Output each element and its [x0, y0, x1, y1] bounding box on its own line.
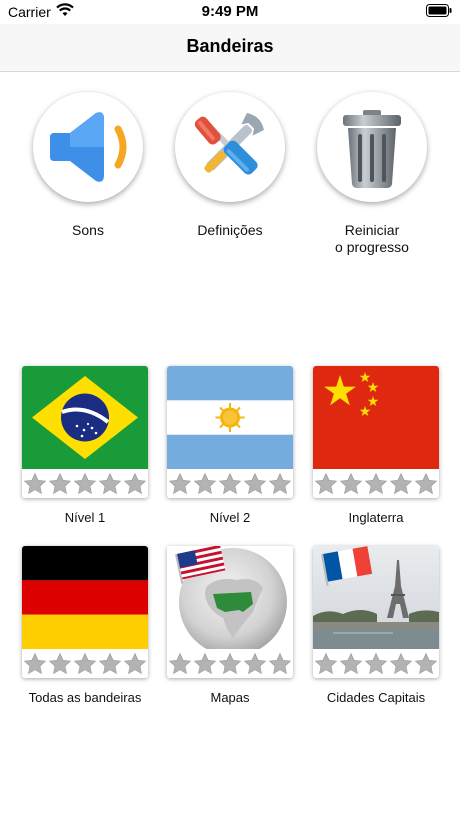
level-1-label: Nível 1 — [64, 510, 106, 525]
star-icon — [268, 652, 292, 674]
status-bar: Carrier 9:49 PM — [0, 0, 460, 24]
star-icon — [364, 472, 388, 494]
level-1-star-rating — [22, 469, 148, 498]
tools-icon — [194, 113, 264, 175]
star-icon — [48, 652, 72, 674]
maps-card[interactable]: Mapas — [167, 546, 293, 705]
speaker-icon — [50, 112, 127, 182]
level-2-card[interactable]: Nível 2 — [167, 366, 293, 525]
sounds-label: Sons — [72, 222, 104, 238]
level-2-label: Nível 2 — [209, 510, 251, 525]
star-icon — [389, 472, 413, 494]
star-icon — [218, 472, 242, 494]
brazil-flag — [22, 366, 148, 469]
star-icon — [243, 652, 267, 674]
page-title: Bandeiras — [186, 36, 274, 56]
star-icon — [414, 652, 438, 674]
star-icon — [193, 652, 217, 674]
star-icon — [48, 472, 72, 494]
capital-cities-tile[interactable] — [313, 546, 439, 678]
star-icon — [364, 652, 388, 674]
star-icon — [389, 652, 413, 674]
star-icon — [218, 652, 242, 674]
england-label: Inglaterra — [348, 510, 404, 525]
star-icon — [339, 652, 363, 674]
star-icon — [339, 472, 363, 494]
star-icon — [98, 652, 122, 674]
settings-label: Definições — [197, 222, 263, 238]
navigation-bar: Bandeiras — [0, 24, 460, 72]
england-tile[interactable] — [313, 366, 439, 498]
reset-label-line1: Reiniciar — [344, 222, 400, 238]
settings-circle[interactable] — [175, 92, 285, 202]
star-icon — [168, 472, 192, 494]
china-flag — [313, 366, 439, 469]
star-icon — [414, 472, 438, 494]
trash-icon — [343, 110, 401, 188]
all-flags-label: Todas as bandeiras — [28, 690, 142, 705]
england-star-rating — [313, 469, 439, 498]
maps-label: Mapas — [210, 690, 250, 705]
sounds-circle[interactable] — [33, 92, 143, 202]
star-icon — [168, 652, 192, 674]
battery-icon — [426, 4, 452, 17]
paris-eiffel-tower — [313, 546, 439, 649]
all-flags-star-rating — [22, 649, 148, 678]
level-1-tile[interactable] — [22, 366, 148, 498]
reset-progress-button[interactable]: Reiniciar o progresso — [307, 92, 437, 256]
star-icon — [314, 652, 338, 674]
star-icon — [268, 472, 292, 494]
star-icon — [23, 472, 47, 494]
england-card[interactable]: Inglaterra — [313, 366, 439, 525]
capital-cities-star-rating — [313, 649, 439, 678]
maps-tile[interactable] — [167, 546, 293, 678]
star-icon — [73, 472, 97, 494]
reset-circle[interactable] — [317, 92, 427, 202]
star-icon — [98, 472, 122, 494]
globe-usa-map — [167, 546, 293, 649]
level-1-card[interactable]: Nível 1 — [22, 366, 148, 525]
all-flags-tile[interactable] — [22, 546, 148, 678]
level-2-tile[interactable] — [167, 366, 293, 498]
reset-progress-label: Reiniciar o progresso — [307, 222, 437, 256]
star-icon — [193, 472, 217, 494]
sounds-button[interactable]: Sons — [23, 92, 153, 239]
star-icon — [243, 472, 267, 494]
star-icon — [73, 652, 97, 674]
capital-cities-card[interactable]: Cidades Capitais — [313, 546, 439, 705]
settings-button[interactable]: Definições — [165, 92, 295, 239]
level-2-star-rating — [167, 469, 293, 498]
status-time: 9:49 PM — [201, 3, 259, 20]
argentina-flag — [167, 366, 293, 469]
germany-flag — [22, 546, 148, 649]
star-icon — [314, 472, 338, 494]
capital-cities-label: Cidades Capitais — [326, 690, 426, 705]
reset-label-line2: o progresso — [335, 239, 409, 255]
all-flags-card[interactable]: Todas as bandeiras — [22, 546, 148, 705]
star-icon — [123, 652, 147, 674]
maps-star-rating — [167, 649, 293, 678]
star-icon — [123, 472, 147, 494]
star-icon — [23, 652, 47, 674]
